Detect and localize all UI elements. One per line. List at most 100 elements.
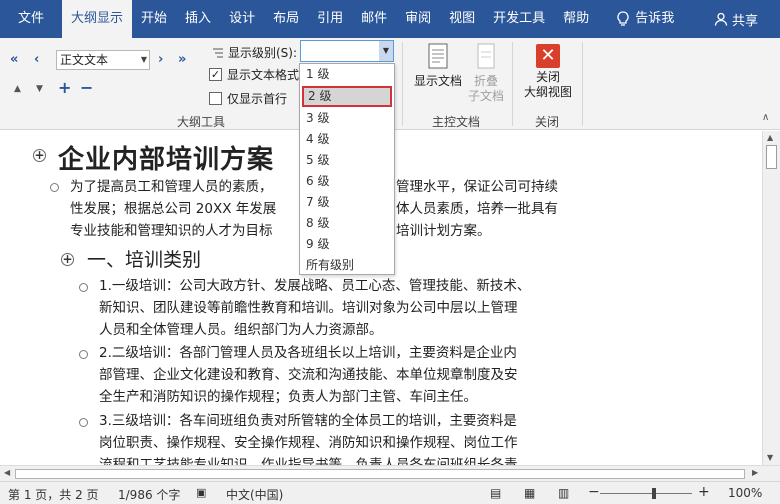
group-separator [512,42,513,126]
body-bullet[interactable] [79,418,88,427]
person-icon [714,12,728,26]
tab-help[interactable]: 帮助 [554,0,598,38]
zoom-out-icon[interactable]: − [588,484,600,500]
tab-home[interactable]: 开始 [132,0,176,38]
collapse-subdocuments-button[interactable]: 折叠 子文档 [464,42,508,104]
level-option[interactable]: 6 级 [300,171,394,192]
show-document-button[interactable]: 显示文档 [410,42,466,89]
show-level-dropdown-list: 1 级 2 级 3 级 4 级 5 级 6 级 7 级 8 级 9 级 所有级别 [299,63,395,275]
promote-icon[interactable]: ‹ [34,52,39,67]
master-document-group-label: 主控文档 [432,115,481,129]
ribbon-tab-bar: 文件 大纲显示 开始 插入 设计 布局 引用 邮件 审阅 视图 开发工具 帮助 … [0,0,780,38]
scroll-left-icon[interactable]: ◀ [4,468,10,477]
chevron-down-icon: ▼ [140,55,147,64]
scroll-up-icon[interactable]: ▲ [767,133,773,142]
share-label: 共享 [731,13,758,29]
level-option[interactable]: 9 级 [300,234,394,255]
demote-icon[interactable]: › [158,52,163,67]
scroll-right-icon[interactable]: ▶ [752,468,758,477]
body-bullet[interactable] [79,350,88,359]
close-outline-label-1: 关闭 [535,70,560,84]
web-layout-icon[interactable]: ▥ [558,486,569,500]
vertical-scroll-thumb[interactable] [766,145,777,169]
demote-to-body-icon[interactable]: » [178,52,186,67]
tab-outline[interactable]: 大纲显示 [62,0,133,38]
expand-icon[interactable]: + [58,78,71,97]
tab-layout[interactable]: 布局 [264,0,308,38]
horizontal-scrollbar[interactable]: ◀ ▶ [0,465,780,481]
collapse-subdocument-icon [477,43,495,69]
move-down-icon[interactable]: ▼ [36,84,43,94]
intro-line-3a: 专业技能和管理知识的人才为目标 [70,223,273,239]
proofing-icon[interactable]: ▣ [196,486,206,499]
close-group-label: 关闭 [535,115,560,129]
document-title: 企业内部培训方案 [58,145,275,175]
outline-tools-group-label: 大纲工具 [177,115,226,129]
page-count[interactable]: 第 1 页，共 2 页 [8,486,99,503]
share-button[interactable]: 共享 [714,0,758,38]
document-icon [428,43,448,69]
group-separator [582,42,583,126]
tab-review[interactable]: 审阅 [396,0,440,38]
language-indicator[interactable]: 中文(中国) [226,486,283,503]
level-option[interactable]: 4 级 [300,129,394,150]
chevron-down-icon[interactable]: ▼ [379,41,393,61]
level-option-selected[interactable]: 2 级 [302,86,392,107]
tab-insert[interactable]: 插入 [176,0,220,38]
horizontal-scroll-thumb[interactable] [15,469,745,479]
item3-line: 流程和工艺技能专业知识，作业指导书等，负责人员各车间班组长各责 [99,457,518,465]
body-bullet[interactable] [50,183,59,192]
close-icon: ✕ [536,44,560,68]
section-heading: 一、培训类别 [87,249,202,271]
show-first-line-checkbox[interactable] [209,92,222,105]
level-option[interactable]: 5 级 [300,150,394,171]
tell-me-label: 告诉我 [635,11,675,26]
tab-mailings[interactable]: 邮件 [352,0,396,38]
status-bar: 第 1 页，共 2 页 1/986 个字 ▣ 中文(中国) ▤ ▦ ▥ − + … [0,481,780,504]
level-option[interactable]: 1 级 [300,64,394,85]
word-count[interactable]: 1/986 个字 [118,486,180,503]
collapse-icon[interactable]: − [80,78,93,97]
zoom-slider[interactable] [600,493,692,494]
item2-line: 部管理、企业文化建设和教育、交流和沟通技能、本单位规章制度及安 [99,367,518,383]
show-text-format-row[interactable]: ✓ 显示文本格式 [209,66,299,83]
tab-references[interactable]: 引用 [308,0,352,38]
show-level-combobox[interactable]: ▼ [300,40,394,62]
show-text-format-checkbox[interactable]: ✓ [209,68,222,81]
show-level-text: 显示级别(S): [228,46,298,60]
scroll-down-icon[interactable]: ▼ [767,453,773,462]
expand-heading-icon[interactable]: + [33,149,46,162]
expand-heading-icon[interactable]: + [61,253,74,266]
intro-line-3b: 培训计划方案。 [396,223,491,239]
promote-to-heading1-icon[interactable]: « [10,52,18,67]
item2-line: 2.二级培训：各部门管理人员及各班组长以上培训，主要资料是企业内 [99,345,517,361]
intro-line-2b: 体人员素质，培养一批具有 [396,201,558,217]
tab-file[interactable]: 文件 [0,0,62,38]
vertical-scrollbar[interactable]: ▲ ▼ [762,131,780,465]
tab-developer[interactable]: 开发工具 [484,0,554,38]
read-mode-icon[interactable]: ▤ [490,486,501,500]
body-bullet[interactable] [79,283,88,292]
show-text-format-label: 显示文本格式 [227,68,300,82]
close-outline-view-button[interactable]: ✕ 关闭 大纲视图 [518,44,578,100]
collapse-ribbon-icon[interactable]: ∧ [762,112,769,123]
outline-level-icon [213,48,223,57]
level-option[interactable]: 8 级 [300,213,394,234]
level-option[interactable]: 7 级 [300,192,394,213]
level-option-all[interactable]: 所有级别 [300,255,394,276]
tab-design[interactable]: 设计 [220,0,264,38]
print-layout-icon[interactable]: ▦ [524,486,535,500]
item1-line: 新知识、团队建设等前瞻性教育和培训。培训对象为公司中层以上管理 [99,300,518,316]
zoom-level[interactable]: 100% [728,486,762,500]
item3-line: 3.三级培训：各车间班组负责对所管辖的全体员工的培训，主要资料是 [99,413,517,429]
collapse-subdocuments-label-2: 子文档 [467,89,504,103]
intro-line-2a: 性发展；根据总公司 20XX 年发展 [70,201,277,217]
tell-me-box[interactable]: 告诉我 [608,0,683,38]
show-first-line-row[interactable]: 仅显示首行 [209,90,287,107]
outline-level-select[interactable]: 正文文本 ▼ [56,50,150,70]
level-option[interactable]: 3 级 [300,108,394,129]
zoom-slider-handle[interactable] [652,488,656,499]
move-up-icon[interactable]: ▲ [14,84,21,94]
zoom-in-icon[interactable]: + [698,484,710,500]
tab-view[interactable]: 视图 [440,0,484,38]
